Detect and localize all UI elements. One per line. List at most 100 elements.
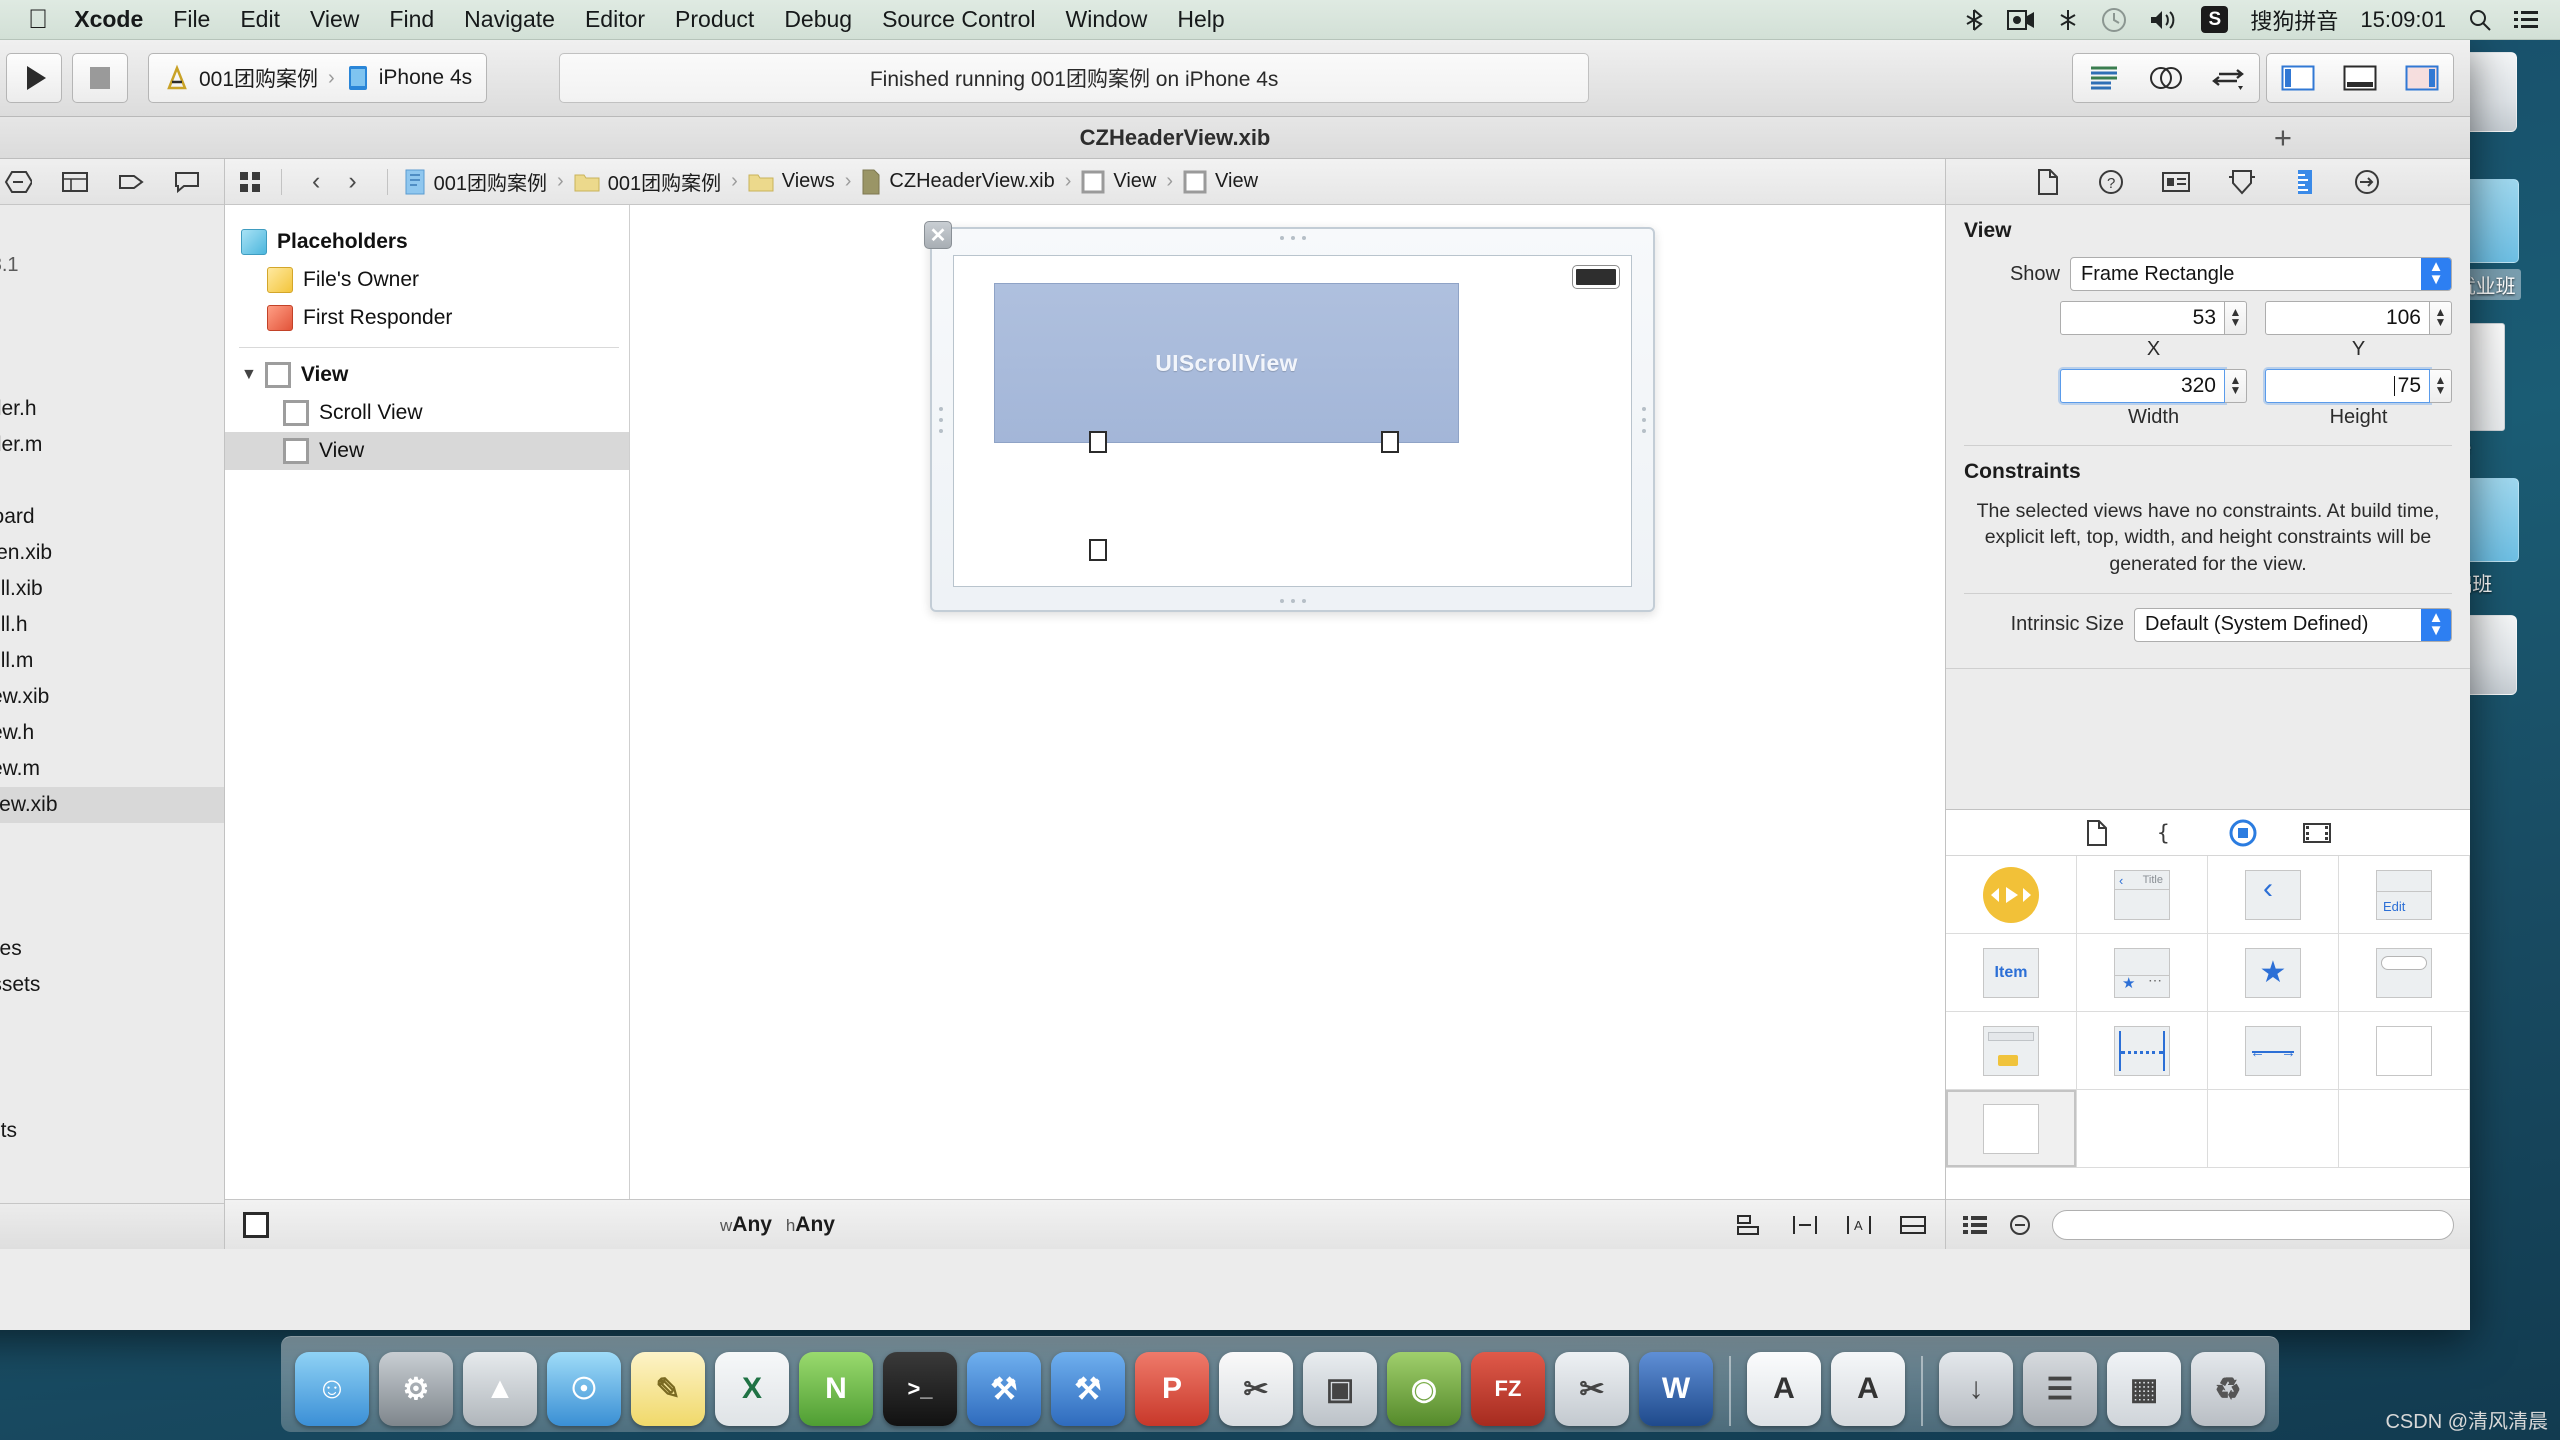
outline-item-view-selected[interactable]: View xyxy=(225,432,629,470)
library-item-search-bar[interactable] xyxy=(2339,934,2470,1012)
list-item[interactable]: 案例 xyxy=(0,211,224,247)
library-item-navigation-bar[interactable]: ‹ Title xyxy=(2077,856,2208,934)
outline-item-scroll-view[interactable]: Scroll View xyxy=(225,394,629,432)
dock-item-font-book[interactable]: A xyxy=(1747,1352,1821,1426)
library-item-view[interactable] xyxy=(2339,1012,2470,1090)
apple-logo-icon[interactable]:  xyxy=(28,6,48,33)
toggle-navigator-button[interactable] xyxy=(2267,53,2329,103)
list-item[interactable]: Main.storyboard xyxy=(0,499,224,535)
tag-icon[interactable] xyxy=(118,170,144,194)
resize-handle[interactable] xyxy=(1381,431,1399,453)
stop-button[interactable] xyxy=(72,53,128,103)
dock-item-trash[interactable]: ♻ xyxy=(2191,1352,2265,1426)
project-navigator-list[interactable]: 案例 s, iOS SDK 8.1 团购案例 thers ontrollers … xyxy=(0,205,224,1203)
screen-record-icon[interactable] xyxy=(2007,9,2035,31)
outline-item-first-responder[interactable]: First Responder xyxy=(225,299,629,337)
related-items-icon[interactable] xyxy=(239,170,265,194)
identity-inspector-icon[interactable] xyxy=(2162,170,2190,194)
toggle-utilities-button[interactable] xyxy=(2391,53,2453,103)
attributes-inspector-icon[interactable] xyxy=(2228,169,2256,195)
library-search-input[interactable] xyxy=(2052,1209,2454,1240)
object-library-grid[interactable]: ‹ Title ‹ Edit Item ★ ⋯ ★ ← → xyxy=(1946,856,2470,1199)
library-item-toolbar-edit[interactable]: Edit xyxy=(2339,856,2470,934)
list-item[interactable]: CZGoodsCell.h xyxy=(0,607,224,643)
list-item[interactable]: 团购案例 xyxy=(0,283,224,319)
interface-builder-canvas[interactable]: ✕ UIScrollView xyxy=(630,205,1945,1199)
list-item-selected[interactable]: CZHeaderView.xib xyxy=(0,787,224,823)
dock-item-documents[interactable]: ☰ xyxy=(2023,1352,2097,1426)
breadcrumb-item-xib[interactable]: CZHeaderView.xib xyxy=(861,169,1055,195)
x-input[interactable]: 53 xyxy=(2060,301,2225,335)
list-item[interactable]: CZFooterView.xib xyxy=(0,679,224,715)
menu-debug[interactable]: Debug xyxy=(784,6,852,33)
list-item[interactable]: LaunchScreen.xib xyxy=(0,535,224,571)
menu-editor[interactable]: Editor xyxy=(585,6,645,33)
dock-item-fontlab[interactable]: A xyxy=(1831,1352,1905,1426)
search-icon[interactable] xyxy=(2468,8,2492,32)
dock-item-photos[interactable]: ◉ xyxy=(1387,1352,1461,1426)
resolve-issues-icon[interactable]: A xyxy=(1845,1213,1873,1237)
library-item-bar-button[interactable]: Item xyxy=(1946,934,2077,1012)
breakpoint-icon[interactable] xyxy=(4,170,32,194)
run-button[interactable] xyxy=(6,53,62,103)
menu-window[interactable]: Window xyxy=(1066,6,1148,33)
dock-item-finder[interactable]: ☺ xyxy=(295,1352,369,1426)
menu-find[interactable]: Find xyxy=(389,6,434,33)
dock-item-launchpad[interactable]: ▲ xyxy=(463,1352,537,1426)
list-item[interactable]: CZGoodsCell.xib xyxy=(0,571,224,607)
standard-editor-button[interactable] xyxy=(2073,53,2135,103)
dock-item-desktop-stack[interactable]: ▦ xyxy=(2107,1352,2181,1426)
menu-bar-clock[interactable]: 15:09:01 xyxy=(2360,7,2446,33)
dock-item-xcode[interactable]: ⚒ xyxy=(967,1352,1041,1426)
dock-item-xcode-beta[interactable]: ⚒ xyxy=(1051,1352,1125,1426)
report-icon[interactable] xyxy=(62,170,88,194)
list-item[interactable]: Images.xcassets xyxy=(0,967,224,1003)
scheme-selector[interactable]: 001团购案例 › iPhone 4s xyxy=(148,53,488,103)
ime-badge[interactable]: S xyxy=(2201,6,2229,33)
intrinsic-size-popup-button[interactable]: Default (System Defined) ▲ ▼ xyxy=(2134,607,2452,642)
height-input[interactable]: 75 xyxy=(2265,369,2430,403)
width-stepper[interactable]: ▲ ▼ xyxy=(2225,369,2247,403)
file-template-library-icon[interactable] xyxy=(2085,819,2109,846)
breadcrumb-item-group[interactable]: 001团购案例 xyxy=(574,167,721,196)
disclosure-triangle-icon[interactable]: ▼ xyxy=(241,366,257,384)
breadcrumb-item-views[interactable]: Views xyxy=(748,170,835,193)
dock-item-terminal[interactable]: >_ xyxy=(883,1352,957,1426)
size-class-indicator[interactable]: wAny hAny xyxy=(720,1213,835,1237)
simulated-view[interactable]: UIScrollView xyxy=(953,255,1632,587)
height-stepper[interactable]: ▲ ▼ xyxy=(2430,369,2452,403)
outline-item-files-owner[interactable]: File's Owner xyxy=(225,261,629,299)
list-item[interactable]: ViewController.h xyxy=(0,391,224,427)
outline-item-view-root[interactable]: ▼ View xyxy=(225,356,629,394)
list-item[interactable]: ontrollers xyxy=(0,355,224,391)
breadcrumb-item-view-child[interactable]: View xyxy=(1183,170,1258,194)
hide-outline-icon[interactable] xyxy=(243,1211,269,1238)
uiscrollview-object[interactable]: UIScrollView xyxy=(994,283,1459,443)
library-item-back-bar-button[interactable]: ‹ xyxy=(2208,856,2339,934)
dock-item-snipaste[interactable]: ✂ xyxy=(1219,1352,1293,1426)
code-snippet-library-icon[interactable]: { } xyxy=(2155,820,2183,846)
y-input[interactable]: 106 xyxy=(2265,301,2430,335)
list-item[interactable]: ViewController.m xyxy=(0,427,224,463)
size-inspector-icon[interactable] xyxy=(2294,169,2316,195)
plus-icon[interactable]: + xyxy=(2274,122,2292,153)
assistant-editor-button[interactable] xyxy=(2135,53,2197,103)
toggle-debug-area-button[interactable] xyxy=(2329,53,2391,103)
bluetooth-alt-icon[interactable] xyxy=(1963,8,1985,32)
resize-behavior-icon[interactable] xyxy=(1899,1213,1927,1237)
menu-help[interactable]: Help xyxy=(1177,6,1224,33)
list-item[interactable]: thers xyxy=(0,319,224,355)
list-item[interactable]: ucts xyxy=(0,1147,224,1183)
quick-help-icon[interactable]: ? xyxy=(2098,169,2124,195)
dock-item-safari[interactable]: ☉ xyxy=(547,1352,621,1426)
list-item[interactable]: s, iOS SDK 8.1 xyxy=(0,247,224,283)
dock-item-excel[interactable]: X xyxy=(715,1352,789,1426)
library-item-flexible-space[interactable]: ← → xyxy=(2208,1012,2339,1090)
back-button[interactable]: ‹ xyxy=(312,167,320,196)
library-item-tab-bar[interactable]: ★ ⋯ xyxy=(2077,934,2208,1012)
dock-item-system-preferences[interactable]: ⚙ xyxy=(379,1352,453,1426)
library-item-container-view[interactable] xyxy=(1946,1090,2077,1168)
connections-inspector-icon[interactable] xyxy=(2354,169,2380,195)
media-library-icon[interactable] xyxy=(2303,821,2331,845)
list-item[interactable]: tgs.plist xyxy=(0,1003,224,1039)
